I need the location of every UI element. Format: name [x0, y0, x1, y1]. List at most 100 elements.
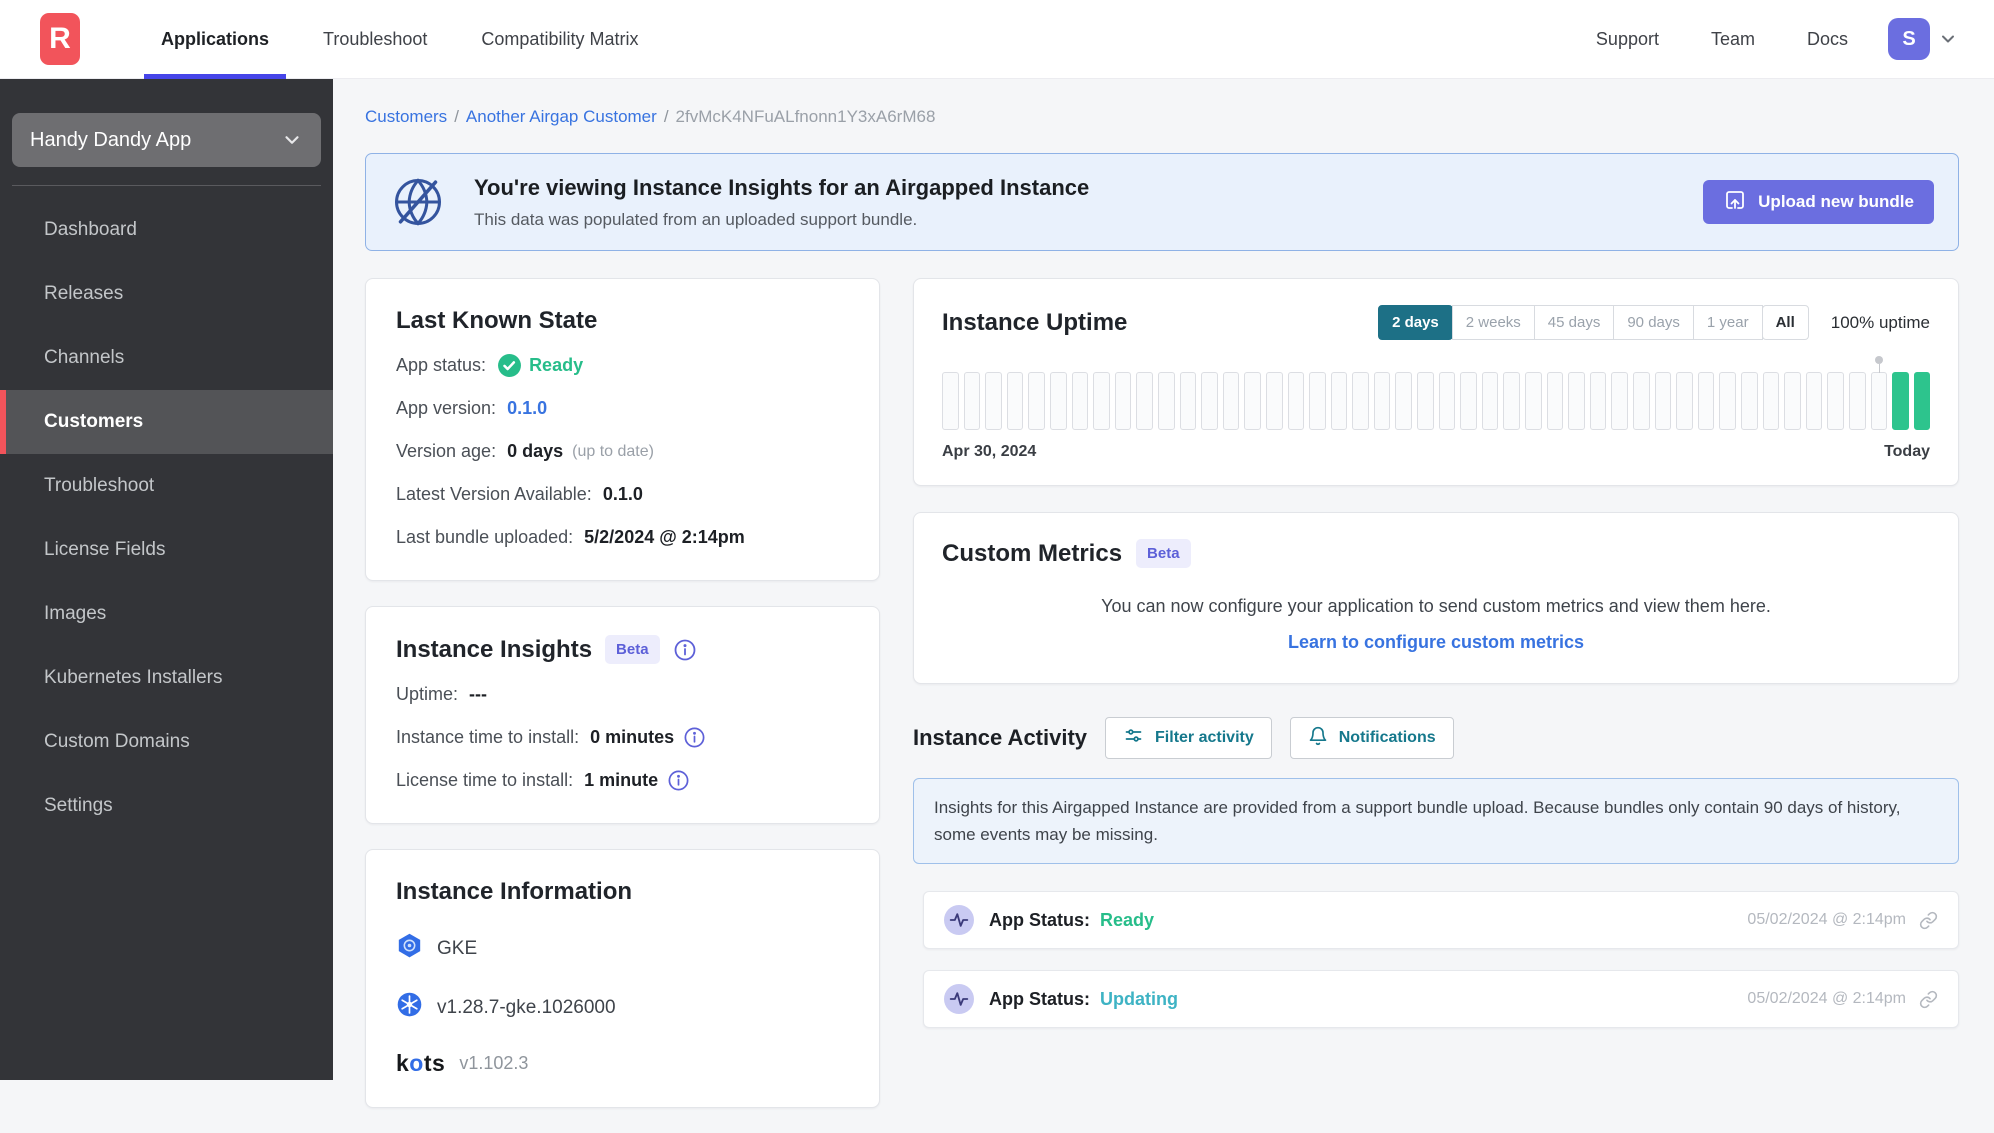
uptime-bar[interactable] — [1568, 372, 1585, 430]
uptime-bar[interactable] — [1871, 372, 1888, 430]
uptime-bar[interactable] — [1417, 372, 1434, 430]
sidebar-item[interactable]: Dashboard — [0, 198, 333, 262]
breadcrumb-customers-link[interactable]: Customers — [365, 107, 447, 126]
uptime-bar[interactable] — [1115, 372, 1132, 430]
sidebar-item[interactable]: Channels — [0, 326, 333, 390]
upload-new-bundle-button[interactable]: Upload new bundle — [1703, 180, 1934, 224]
uptime-bar[interactable] — [1719, 372, 1736, 430]
nav-item[interactable]: Support — [1570, 29, 1685, 50]
uptime-bar[interactable] — [1288, 372, 1305, 430]
activity-row[interactable]: App Status: Ready 05/02/2024 @ 2:14pm — [923, 891, 1959, 949]
uptime-bar[interactable] — [1676, 372, 1693, 430]
permalink-icon[interactable] — [1919, 990, 1938, 1009]
kots-version-row: kots v1.102.3 — [396, 1050, 849, 1077]
row-label: Version age: — [396, 439, 496, 464]
sidebar-item-label: Custom Domains — [44, 731, 190, 753]
sidebar-item-label: Settings — [44, 795, 113, 817]
uptime-bar[interactable] — [1827, 372, 1844, 430]
uptime-start-label: Apr 30, 2024 — [942, 443, 1036, 461]
sidebar-item[interactable]: Kubernetes Installers — [0, 646, 333, 710]
sidebar-item[interactable]: License Fields — [0, 518, 333, 582]
app-version-link[interactable]: 0.1.0 — [507, 396, 547, 421]
permalink-icon[interactable] — [1919, 911, 1938, 930]
info-icon[interactable] — [667, 769, 690, 792]
app-selector-dropdown[interactable]: Handy Dandy App — [12, 113, 321, 167]
uptime-bar[interactable] — [1395, 372, 1412, 430]
time-range-button[interactable]: 2 days — [1378, 305, 1453, 340]
uptime-bar[interactable] — [1547, 372, 1564, 430]
uptime-bar[interactable] — [1806, 372, 1823, 430]
uptime-bar[interactable] — [1158, 372, 1175, 430]
uptime-bar[interactable] — [1763, 372, 1780, 430]
custom-metrics-description: You can now configure your application t… — [942, 596, 1930, 617]
time-range-button[interactable]: 45 days — [1534, 305, 1615, 340]
time-range-button[interactable]: 1 year — [1693, 305, 1763, 340]
sidebar-item[interactable]: Troubleshoot — [0, 454, 333, 518]
activity-row[interactable]: App Status: Updating 05/02/2024 @ 2:14pm — [923, 970, 1959, 1028]
filter-activity-button[interactable]: Filter activity — [1105, 717, 1272, 759]
uptime-bar[interactable] — [1525, 372, 1542, 430]
account-menu[interactable]: S — [1888, 18, 1958, 60]
filter-button-label: Filter activity — [1155, 729, 1254, 747]
uptime-bar[interactable] — [1914, 372, 1931, 430]
uptime-bar[interactable] — [1503, 372, 1520, 430]
nav-item[interactable]: Compatibility Matrix — [454, 0, 665, 79]
avatar[interactable]: S — [1888, 18, 1930, 60]
card-title: Instance Information — [396, 878, 849, 906]
uptime-bar[interactable] — [1849, 372, 1866, 430]
uptime-bar[interactable] — [1223, 372, 1240, 430]
uptime-bar[interactable] — [1352, 372, 1369, 430]
uptime-bar[interactable] — [942, 372, 959, 430]
sidebar-item[interactable]: Custom Domains — [0, 710, 333, 774]
sidebar-item[interactable]: Images — [0, 582, 333, 646]
time-range-button[interactable]: 2 weeks — [1452, 305, 1535, 340]
nav-item[interactable]: Team — [1685, 29, 1781, 50]
uptime-bar[interactable] — [1590, 372, 1607, 430]
uptime-bar[interactable] — [1611, 372, 1628, 430]
sidebar-item[interactable]: Releases — [0, 262, 333, 326]
info-icon[interactable] — [673, 638, 697, 662]
sidebar-item[interactable]: Settings — [0, 774, 333, 838]
replicated-logo[interactable]: R — [40, 13, 80, 65]
uptime-bar[interactable] — [1136, 372, 1153, 430]
uptime-bar[interactable] — [985, 372, 1002, 430]
uptime-bar[interactable] — [1007, 372, 1024, 430]
uptime-bar[interactable] — [1698, 372, 1715, 430]
notifications-button[interactable]: Notifications — [1290, 717, 1454, 759]
configure-metrics-link[interactable]: Learn to configure custom metrics — [942, 632, 1930, 653]
uptime-bar[interactable] — [1050, 372, 1067, 430]
uptime-bar[interactable] — [1460, 372, 1477, 430]
uptime-bar[interactable] — [1892, 372, 1909, 430]
chevron-down-icon — [281, 129, 303, 151]
sidebar-item[interactable]: Customers — [0, 390, 333, 454]
uptime-bar[interactable] — [1741, 372, 1758, 430]
uptime-bar[interactable] — [1655, 372, 1672, 430]
uptime-header: Instance Uptime 2 days 2 weeks 45 days 9… — [942, 305, 1930, 340]
uptime-bar[interactable] — [1244, 372, 1261, 430]
license-install-value: 1 minute — [584, 768, 658, 793]
uptime-row: Uptime: --- — [396, 682, 849, 707]
uptime-bar[interactable] — [1309, 372, 1326, 430]
nav-item[interactable]: Docs — [1781, 29, 1874, 50]
uptime-bar[interactable] — [1331, 372, 1348, 430]
uptime-bar[interactable] — [1072, 372, 1089, 430]
nav-item[interactable]: Troubleshoot — [296, 0, 454, 79]
breadcrumb-customer-link[interactable]: Another Airgap Customer — [466, 107, 657, 126]
uptime-bar[interactable] — [1374, 372, 1391, 430]
time-range-button[interactable]: 90 days — [1613, 305, 1694, 340]
uptime-bar[interactable] — [1093, 372, 1110, 430]
nav-item[interactable]: Applications — [134, 0, 296, 79]
uptime-bar[interactable] — [1201, 372, 1218, 430]
beta-badge: Beta — [1136, 539, 1191, 568]
uptime-bar[interactable] — [1439, 372, 1456, 430]
uptime-bar[interactable] — [1784, 372, 1801, 430]
activity-list: App Status: Ready 05/02/2024 @ 2:14pm — [913, 891, 1959, 1028]
uptime-bar[interactable] — [1266, 372, 1283, 430]
uptime-bar[interactable] — [1482, 372, 1499, 430]
info-icon[interactable] — [683, 726, 706, 749]
uptime-bar[interactable] — [1633, 372, 1650, 430]
uptime-bar[interactable] — [1180, 372, 1197, 430]
uptime-bar[interactable] — [1028, 372, 1045, 430]
uptime-bar[interactable] — [964, 372, 981, 430]
time-range-button[interactable]: All — [1762, 305, 1809, 340]
